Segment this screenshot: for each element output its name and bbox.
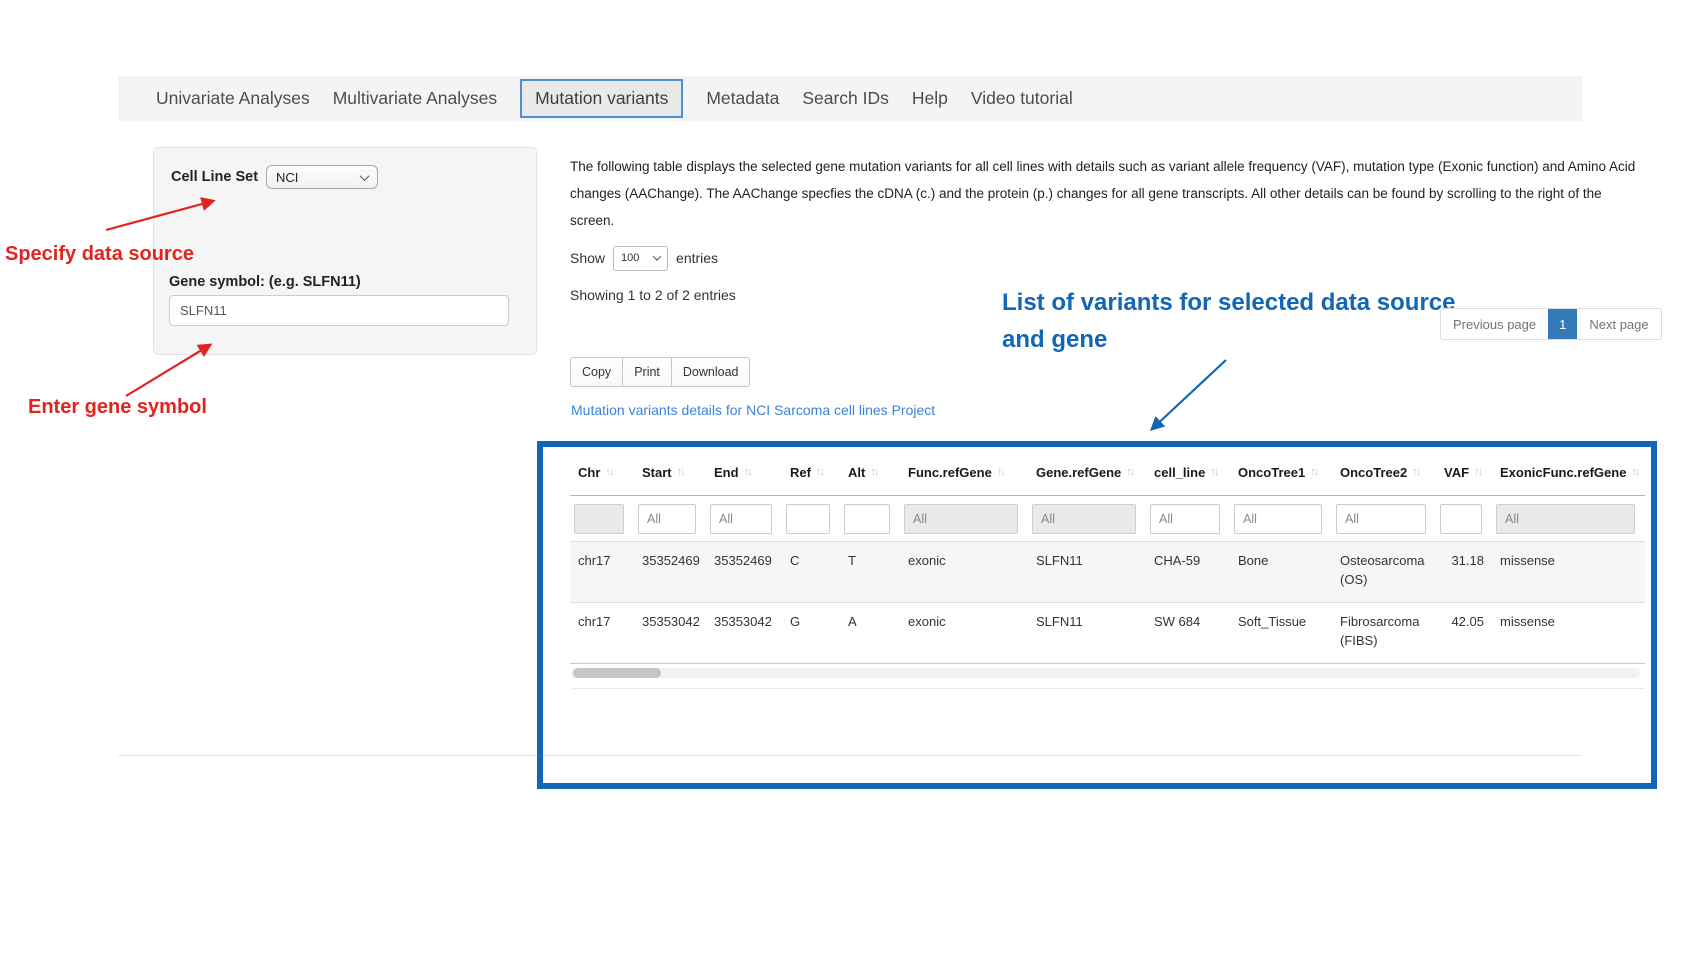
cell-line-set-label: Cell Line Set	[171, 169, 258, 185]
entries-label: entries	[676, 250, 718, 266]
gene-symbol-input[interactable]	[169, 295, 509, 326]
entries-per-page-select[interactable]: 100	[613, 246, 668, 271]
tab-metadata[interactable]: Metadata	[706, 80, 779, 117]
tab-help[interactable]: Help	[912, 80, 948, 117]
tab-mutation-variants[interactable]: Mutation variants	[520, 79, 683, 118]
controls-panel: Cell Line Set NCI Gene symbol: (e.g. SLF…	[153, 147, 537, 355]
copy-button[interactable]: Copy	[570, 357, 623, 387]
annotation-specify-data-source: Specify data source	[5, 243, 194, 266]
entries-per-page-value: 100	[621, 252, 639, 264]
chevron-down-icon	[360, 171, 370, 181]
table-highlight-box	[537, 441, 1657, 789]
table-description: The following table displays the selecte…	[570, 153, 1640, 234]
tab-univariate-analyses[interactable]: Univariate Analyses	[156, 80, 310, 117]
tab-multivariate-analyses[interactable]: Multivariate Analyses	[333, 80, 497, 117]
export-button-group: CopyPrintDownload	[570, 357, 750, 387]
blue-arrow-to-table	[1152, 360, 1226, 429]
cell-line-set-select[interactable]: NCI	[266, 165, 378, 189]
pagination: Previous page 1 Next page	[1440, 308, 1662, 340]
print-button[interactable]: Print	[622, 357, 672, 387]
tab-video-tutorial[interactable]: Video tutorial	[971, 80, 1073, 117]
gene-symbol-label: Gene symbol: (e.g. SLFN11)	[169, 274, 361, 290]
chevron-down-icon	[653, 252, 661, 260]
tab-search-ids[interactable]: Search IDs	[802, 80, 889, 117]
cell-line-set-value: NCI	[276, 170, 298, 185]
previous-page-button[interactable]: Previous page	[1441, 309, 1548, 339]
next-page-button[interactable]: Next page	[1577, 309, 1660, 339]
showing-entries-status: Showing 1 to 2 of 2 entries	[570, 287, 736, 303]
download-button[interactable]: Download	[671, 357, 751, 387]
annotation-list-of-variants: List of variants for selected data sourc…	[1002, 284, 1462, 358]
annotation-enter-gene-symbol: Enter gene symbol	[28, 396, 207, 419]
show-label: Show	[570, 250, 605, 266]
page-1-button[interactable]: 1	[1548, 309, 1577, 339]
entries-control: Show 100 entries	[570, 245, 718, 271]
table-caption-link[interactable]: Mutation variants details for NCI Sarcom…	[571, 402, 935, 418]
main-nav-bar: Univariate Analyses Multivariate Analyses…	[118, 76, 1582, 121]
